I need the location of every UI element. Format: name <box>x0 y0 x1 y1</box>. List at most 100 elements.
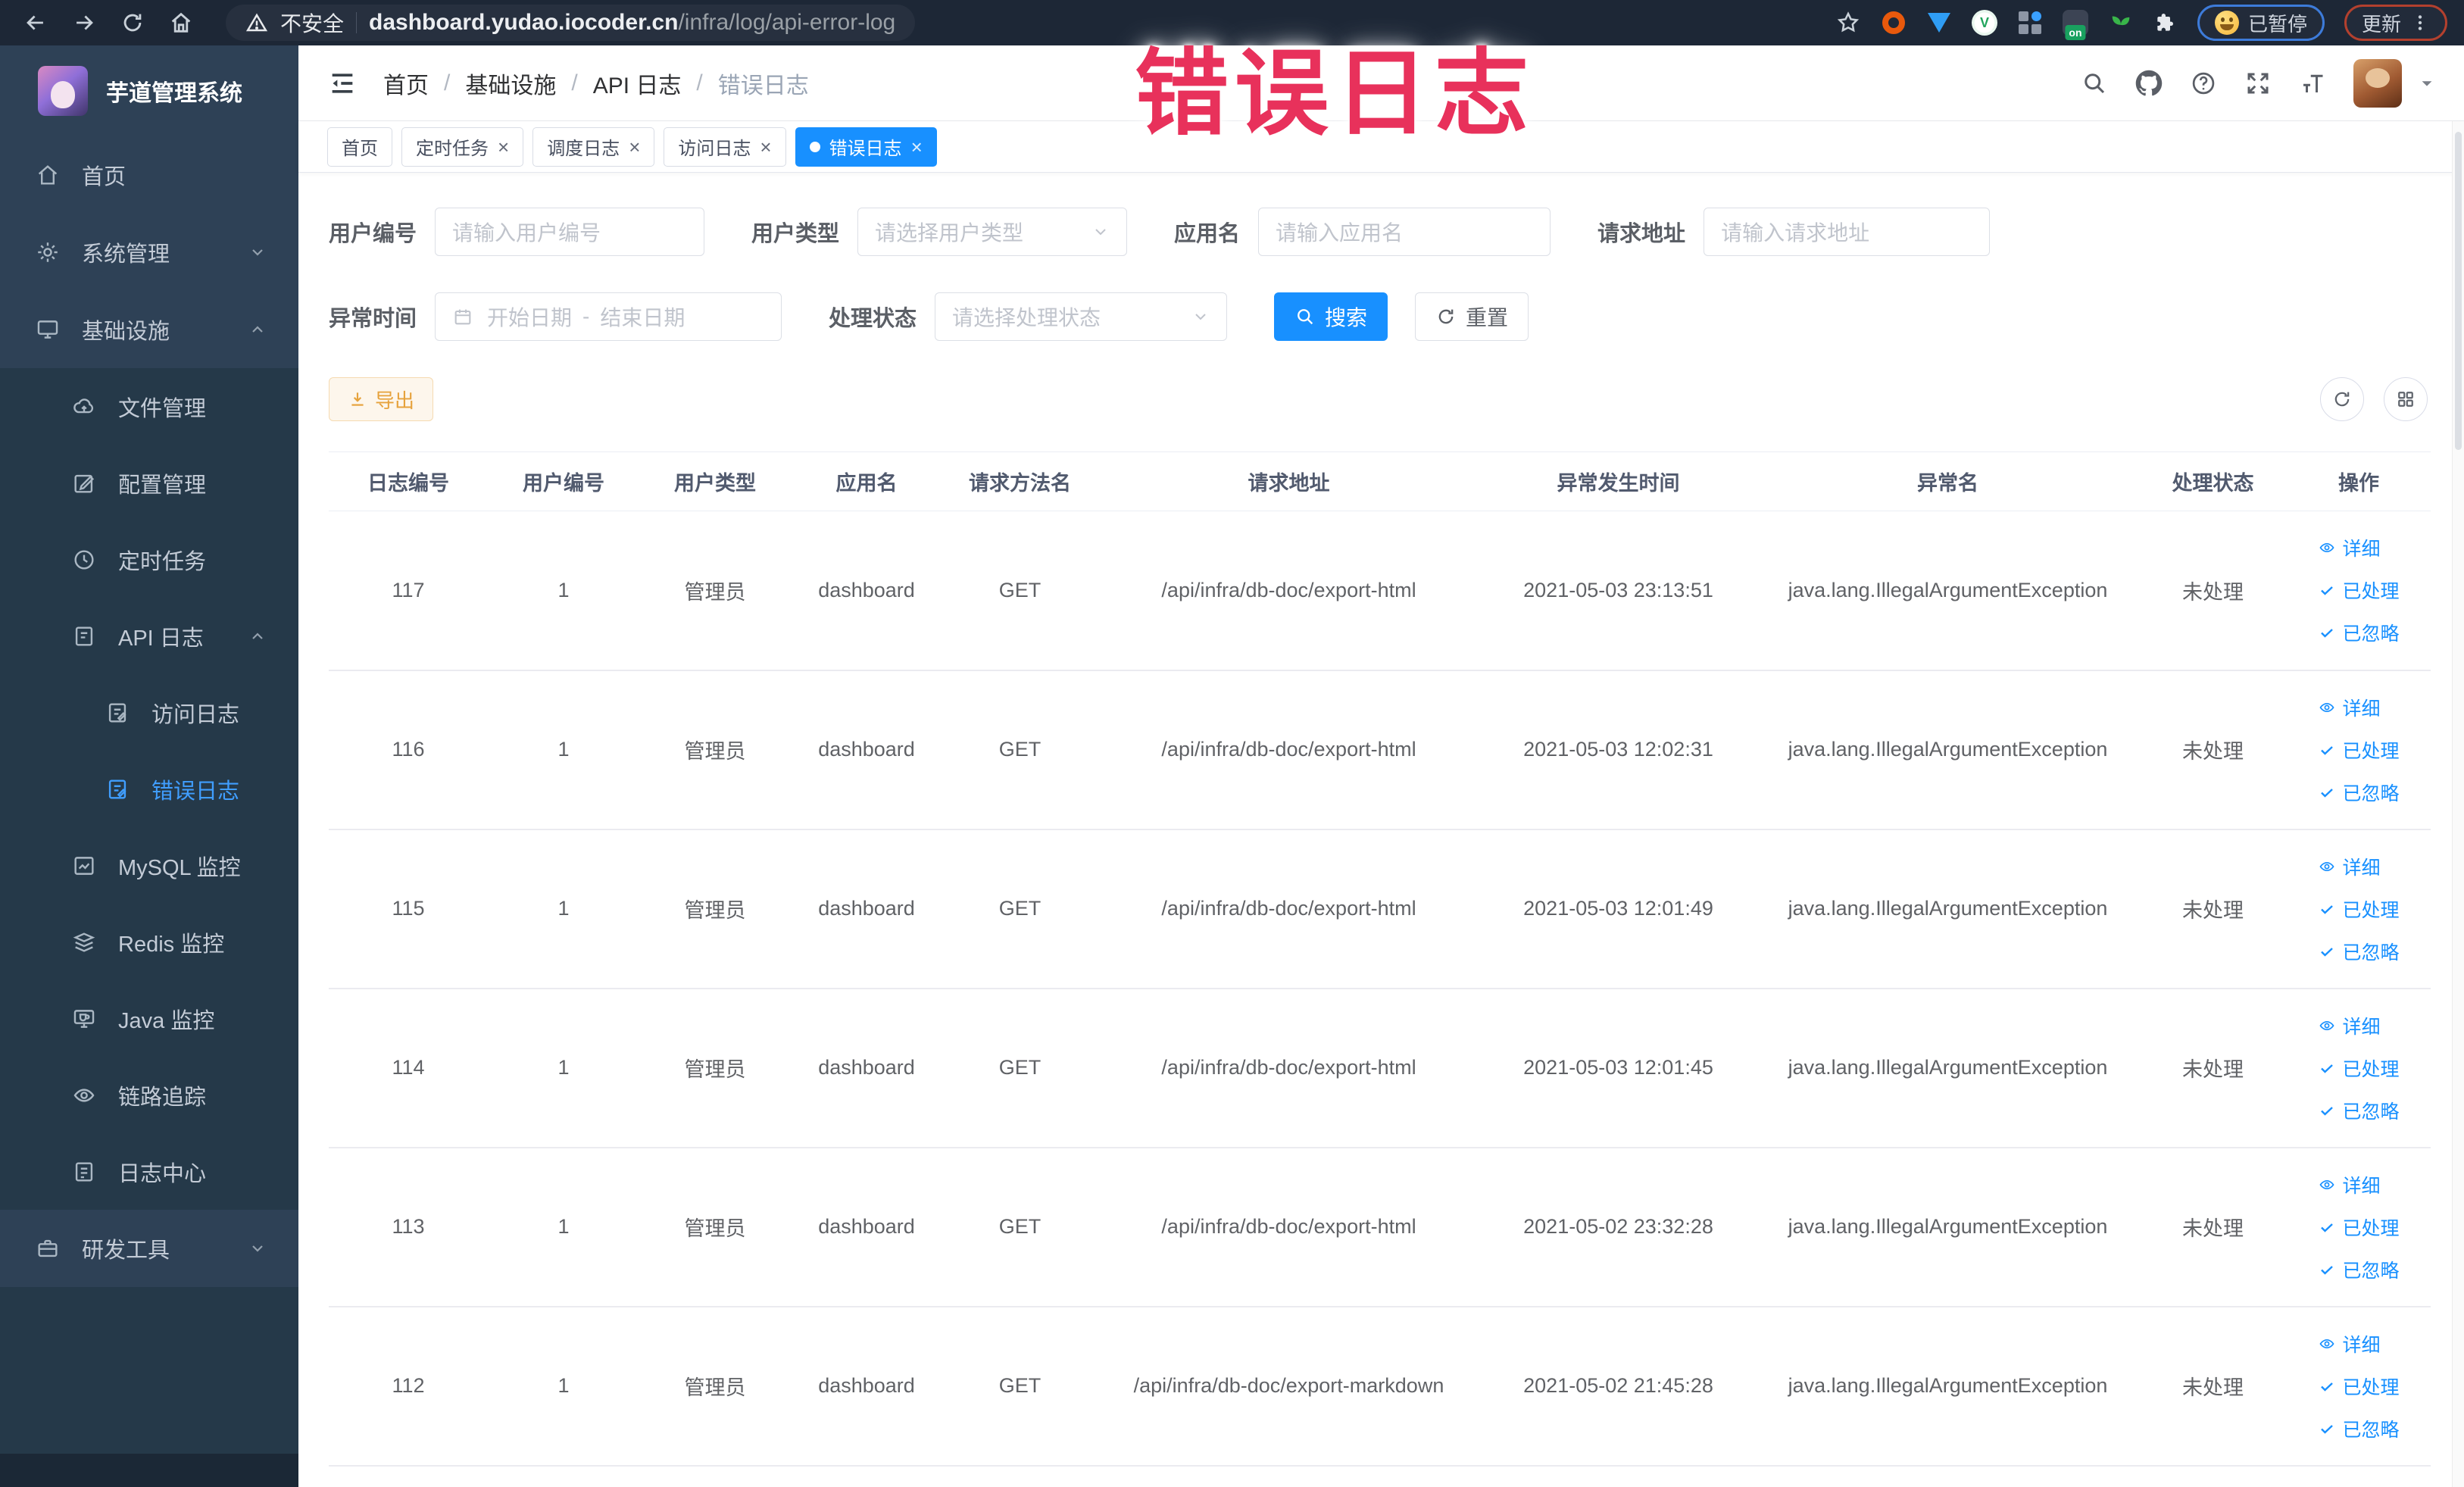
tab-close-icon[interactable]: × <box>629 137 640 157</box>
sidebar: 芋道管理系统 首页 系统管理 基础设施 文件管理 配置管理 定时任务 API 日志访问日志错… <box>0 45 298 1487</box>
view-tab[interactable]: 错误日志 × <box>795 127 937 167</box>
sidebar-item-dev-tools[interactable]: 研发工具 <box>0 1210 298 1287</box>
paused-badge[interactable]: 已暂停 <box>2197 5 2325 41</box>
chevron-down-icon <box>1091 223 1110 241</box>
process-status-select[interactable]: 请选择处理状态 <box>935 292 1228 341</box>
avatar-caret-icon[interactable] <box>2419 75 2435 92</box>
detail-link[interactable]: 详细 <box>2318 1330 2381 1357</box>
ignored-link[interactable]: 已忽略 <box>2318 619 2400 646</box>
sidebar-item-access-log[interactable]: 访问日志 <box>0 674 298 751</box>
exception-time-range-picker[interactable]: 开始日期 - 结束日期 <box>435 292 782 341</box>
security-label[interactable]: 不安全 <box>280 8 344 38</box>
sidebar-item-infrastructure[interactable]: 基础设施 <box>0 291 298 368</box>
update-badge[interactable]: 更新 <box>2344 5 2447 41</box>
tab-label: 访问日志 <box>678 139 751 159</box>
app-name-input[interactable]: 请输入应用名 <box>1258 208 1551 256</box>
filter-label-process-status: 处理状态 <box>829 307 917 331</box>
extension-on-icon[interactable]: on <box>2062 10 2088 40</box>
forward-icon[interactable] <box>71 10 97 36</box>
detail-link[interactable]: 详细 <box>2318 1171 2381 1198</box>
ignored-link[interactable]: 已忽略 <box>2318 1415 2400 1442</box>
breadcrumb-item[interactable]: 首页 <box>383 67 429 100</box>
extension-sprout-icon[interactable] <box>2108 10 2134 36</box>
scrollbar-thumb[interactable] <box>2455 132 2462 450</box>
filter-row-1: 用户编号 请输入用户编号 用户类型 请选择用户类型 应用名 请输入应用名 请求地… <box>329 208 2431 256</box>
search-icon[interactable] <box>2081 70 2108 97</box>
sidebar-item-config-management[interactable]: 配置管理 <box>0 445 298 521</box>
breadcrumb-item[interactable]: 基础设施 <box>465 67 556 100</box>
reload-icon[interactable] <box>120 10 145 36</box>
sidebar-item-scheduled-task[interactable]: 定时任务 <box>0 521 298 598</box>
sidebar-item-mysql-monitor[interactable]: MySQL 监控 <box>0 827 298 904</box>
fullscreen-icon[interactable] <box>2244 70 2272 97</box>
table-cell: 115 <box>329 829 488 989</box>
table-cell: GET <box>942 511 1098 671</box>
processed-link[interactable]: 已处理 <box>2318 576 2400 604</box>
processed-link[interactable]: 已处理 <box>2318 1214 2400 1241</box>
ignored-link[interactable]: 已忽略 <box>2318 938 2400 965</box>
view-tab[interactable]: 首页 <box>327 127 392 167</box>
extension-orange-icon[interactable] <box>1881 10 1907 36</box>
url-text[interactable]: dashboard.yudao.iocoder.cn/infra/log/api… <box>369 10 895 36</box>
request-url-input[interactable]: 请输入请求地址 <box>1704 208 1991 256</box>
view-tab[interactable]: 调度日志 × <box>532 127 655 167</box>
sidebar-item-java-monitor[interactable]: Java 监控 <box>0 980 298 1057</box>
back-icon[interactable] <box>23 10 48 36</box>
sidebar-collapse-icon[interactable] <box>327 68 358 98</box>
processed-link[interactable]: 已处理 <box>2318 1373 2400 1400</box>
tab-close-icon[interactable]: × <box>760 137 771 157</box>
browser-menu-kebab-icon[interactable] <box>2410 13 2430 33</box>
breadcrumb-item[interactable]: API 日志 <box>593 67 682 100</box>
sidebar-item-error-log[interactable]: 错误日志 <box>0 751 298 827</box>
view-tab[interactable]: 定时任务 × <box>401 127 524 167</box>
check-icon <box>2318 623 2336 642</box>
column-settings-button[interactable] <box>2384 377 2428 421</box>
help-icon[interactable] <box>2190 70 2217 97</box>
reset-button[interactable]: 重置 <box>1415 292 1529 341</box>
user-type-select[interactable]: 请选择用户类型 <box>857 208 1128 256</box>
bookmark-star-icon[interactable] <box>1835 10 1861 36</box>
sidebar-item-system-management[interactable]: 系统管理 <box>0 214 298 291</box>
config-manage-icon <box>71 470 97 496</box>
sidebar-item-file-management[interactable]: 文件管理 <box>0 368 298 445</box>
sidebar-item-redis-monitor[interactable]: Redis 监控 <box>0 904 298 980</box>
sidebar-item-trace[interactable]: 链路追踪 <box>0 1057 298 1133</box>
detail-link[interactable]: 详细 <box>2318 694 2381 721</box>
sidebar-item-log-center[interactable]: 日志中心 <box>0 1133 298 1210</box>
avatar[interactable] <box>2353 58 2402 108</box>
logo-row[interactable]: 芋道管理系统 <box>0 45 298 136</box>
user-id-input[interactable]: 请输入用户编号 <box>435 208 705 256</box>
processed-link[interactable]: 已处理 <box>2318 1054 2400 1082</box>
home-chrome-icon[interactable] <box>168 10 194 36</box>
view-tab[interactable]: 访问日志 × <box>664 127 786 167</box>
sidebar-item-api-log[interactable]: API 日志 <box>0 598 298 674</box>
text-size-icon[interactable] <box>2299 70 2326 97</box>
grid-icon <box>2395 389 2416 410</box>
github-icon[interactable] <box>2135 70 2163 97</box>
actions-cell: 详细 已处理 已忽略 <box>2287 829 2431 989</box>
detail-link[interactable]: 详细 <box>2318 534 2381 561</box>
ignored-link[interactable]: 已忽略 <box>2318 1256 2400 1283</box>
main-panel: 首页 / 基础设施 / API 日志 / 错误日志 首页 定时任务 × 调度日志 × 访问日志 × 错误日… <box>298 45 2464 1487</box>
ignored-link[interactable]: 已忽略 <box>2318 779 2400 806</box>
refresh-table-button[interactable] <box>2320 377 2364 421</box>
sidebar-item-label: 错误日志 <box>151 779 240 804</box>
processed-link[interactable]: 已处理 <box>2318 736 2400 764</box>
extension-v-icon[interactable]: V <box>1971 10 1997 36</box>
processed-link[interactable]: 已处理 <box>2318 895 2400 923</box>
export-button[interactable]: 导出 <box>329 377 434 421</box>
ignored-link[interactable]: 已忽略 <box>2318 1097 2400 1124</box>
sidebar-item-label: 访问日志 <box>151 702 240 727</box>
address-bar[interactable]: 不安全 dashboard.yudao.iocoder.cn/infra/log… <box>226 5 916 41</box>
search-button[interactable]: 搜索 <box>1274 292 1388 341</box>
extension-shield-icon[interactable] <box>1926 10 1952 36</box>
detail-link[interactable]: 详细 <box>2318 853 2381 880</box>
check-icon <box>2318 900 2336 918</box>
extensions-puzzle-icon[interactable] <box>2153 11 2178 35</box>
tab-close-icon[interactable]: × <box>911 137 923 157</box>
detail-link[interactable]: 详细 <box>2318 1012 2381 1039</box>
tab-close-icon[interactable]: × <box>498 137 509 157</box>
sidebar-item-home[interactable]: 首页 <box>0 136 298 214</box>
page-scrollbar[interactable] <box>2452 121 2464 1487</box>
extension-grid-icon[interactable] <box>2017 10 2043 36</box>
